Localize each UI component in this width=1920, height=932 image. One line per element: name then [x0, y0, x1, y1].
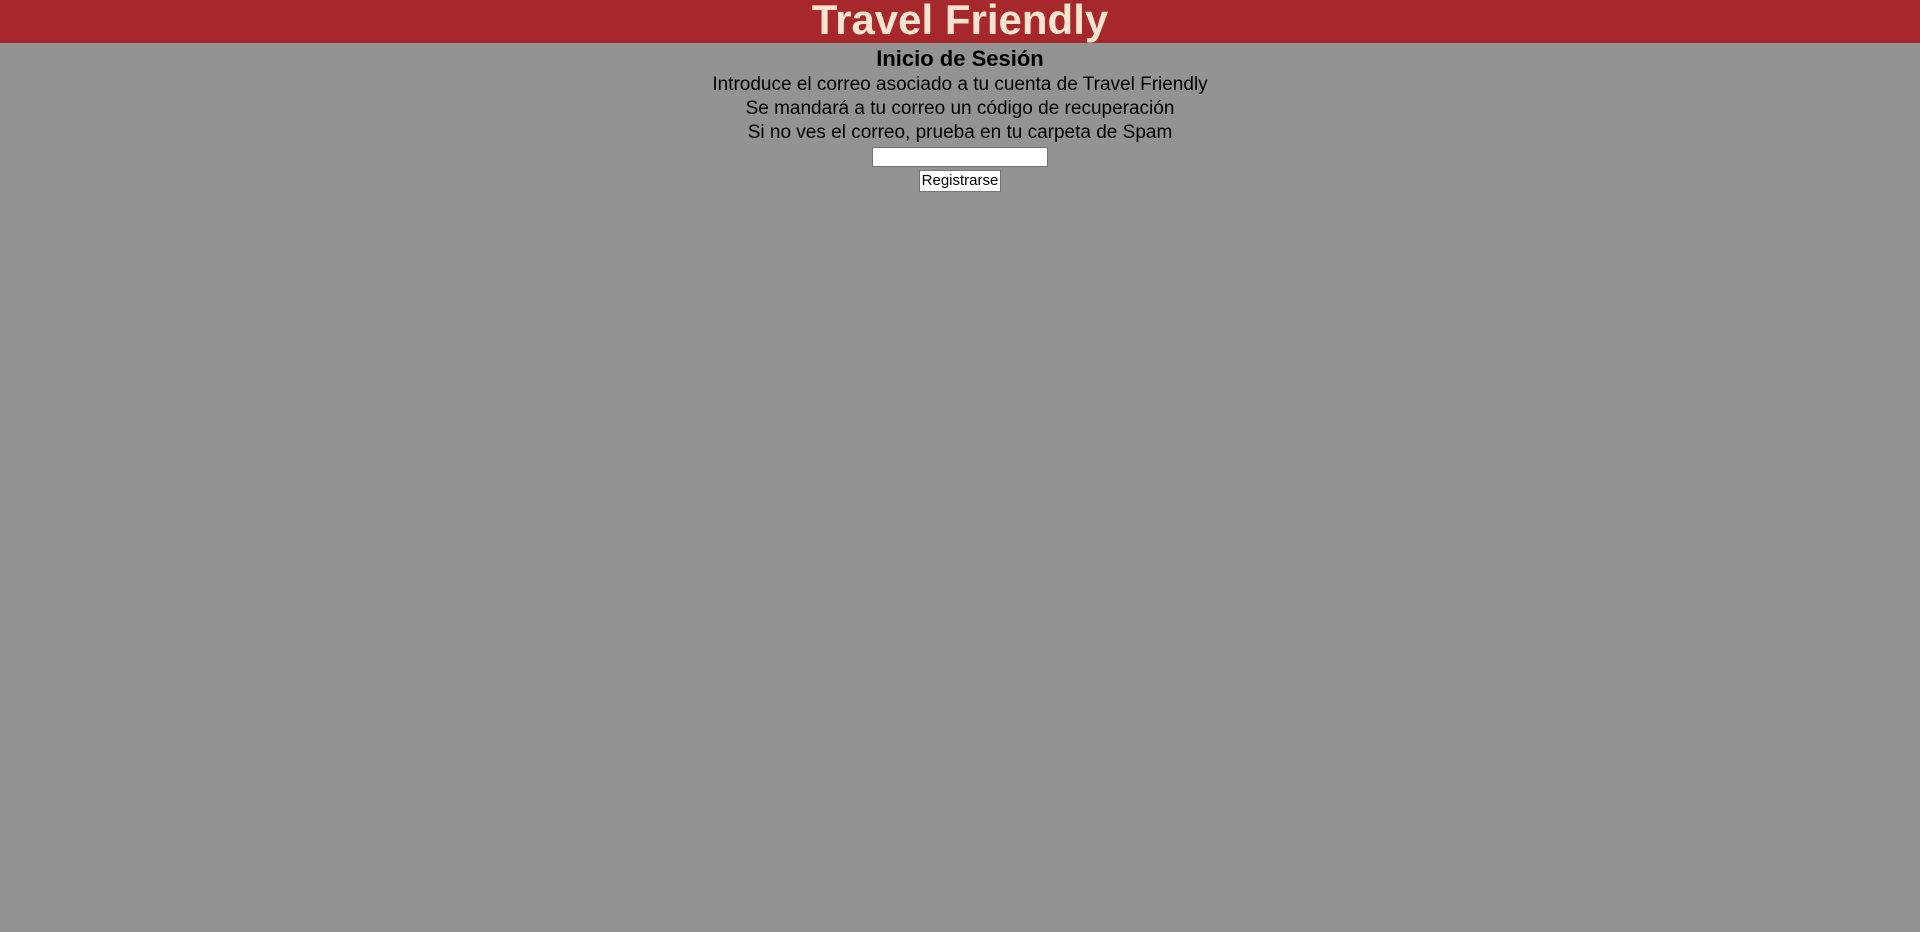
- email-input[interactable]: [872, 147, 1048, 167]
- register-button[interactable]: Registrarse: [918, 170, 1002, 192]
- recovery-panel: Inicio de Sesión Introduce el correo aso…: [0, 45, 1920, 192]
- instruction-line-3: Si no ves el correo, prueba en tu carpet…: [747, 122, 1173, 143]
- instruction-line-2: Se mandará a tu correo un código de recu…: [745, 98, 1175, 119]
- recovery-form: Registrarse: [0, 147, 1920, 192]
- site-title: Travel Friendly: [811, 0, 1109, 43]
- page-title: Inicio de Sesión: [876, 46, 1044, 71]
- instruction-line-1: Introduce el correo asociado a tu cuenta…: [712, 74, 1208, 95]
- site-header: Travel Friendly: [0, 0, 1920, 43]
